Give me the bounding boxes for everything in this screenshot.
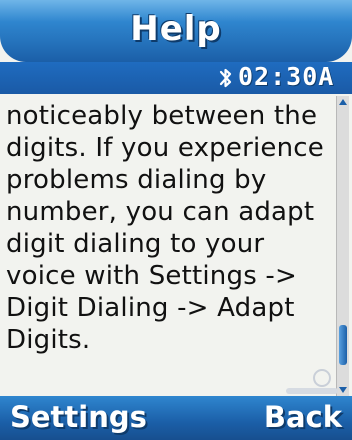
status-bar: 02:30A xyxy=(0,62,352,94)
softkey-bar: Settings Back xyxy=(0,396,352,440)
bluetooth-icon xyxy=(217,65,235,91)
watermark-logo xyxy=(282,366,342,400)
help-text-line: number, you can adapt xyxy=(6,197,315,227)
phone-screen: Help 02:30A noticeably between the digit… xyxy=(0,0,352,440)
help-text: noticeably between the digits. If you ex… xyxy=(6,100,326,392)
scroll-thumb[interactable] xyxy=(339,325,347,366)
scrollbar[interactable] xyxy=(336,96,349,396)
back-softkey[interactable]: Back xyxy=(264,400,342,434)
settings-softkey[interactable]: Settings xyxy=(10,400,147,434)
help-text-line: problems dialing by xyxy=(6,165,267,195)
scroll-up-arrow-icon[interactable] xyxy=(339,99,347,105)
help-text-line: digit dialing to your xyxy=(6,229,265,259)
page-title: Help xyxy=(130,9,222,49)
help-text-line: Digits. xyxy=(6,325,91,355)
help-text-line: noticeably between the xyxy=(6,101,318,131)
help-text-line: digits. If you experience xyxy=(6,133,324,163)
clock-time: 02:30A xyxy=(238,62,335,91)
title-bar: Help xyxy=(0,0,352,62)
help-text-line: Digit Dialing -> Adapt xyxy=(6,293,295,323)
help-text-line: voice with Settings -> xyxy=(6,261,297,291)
